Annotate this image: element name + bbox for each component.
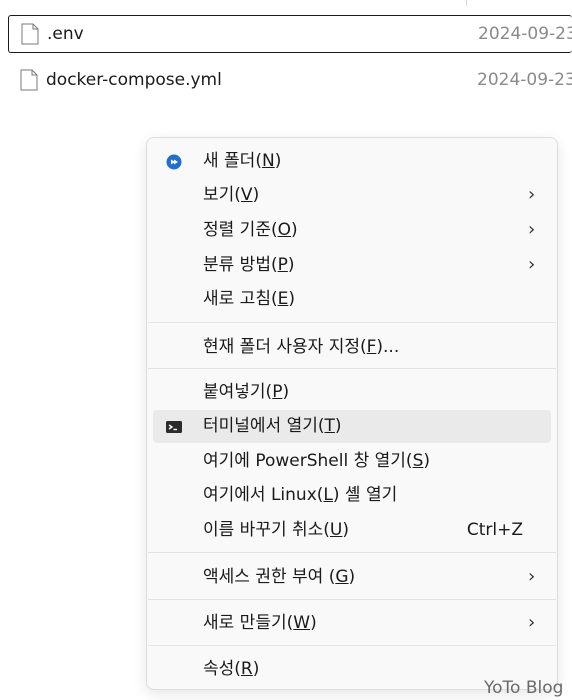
menu-item-label: 여기에 PowerShell 창 열기(S) (203, 451, 430, 471)
menu-item-label: 새로 만들기(W) (203, 613, 317, 633)
chevron-right-icon: › (528, 219, 536, 240)
file-date: 2024-09-23 (477, 70, 572, 90)
menu-item-label: 터미널에서 열기(T) (203, 416, 342, 436)
menu-separator (148, 645, 556, 646)
column-divider (466, 0, 467, 6)
menu-item-give-access[interactable]: 액세스 권한 부여 (G) › (153, 561, 551, 594)
chevron-right-icon: › (528, 254, 536, 275)
menu-item-label: 분류 방법(P) (203, 255, 295, 275)
menu-item-label: 정렬 기준(O) (203, 220, 298, 240)
menu-item-paste[interactable]: 붙여넣기(P) (153, 376, 551, 409)
menu-item-group-by[interactable]: 분류 방법(P) › (153, 249, 551, 282)
menu-separator (148, 552, 556, 553)
menu-separator (148, 368, 556, 369)
menu-item-label: 이름 바꾸기 취소(U) (203, 520, 350, 540)
menu-item-open-powershell[interactable]: 여기에 PowerShell 창 열기(S) (153, 445, 551, 478)
context-menu: 새 폴더(N) 보기(V) › 정렬 기준(O) › 분류 방법(P) › 새로… (146, 137, 558, 690)
chevron-right-icon: › (528, 566, 536, 587)
menu-item-sort-by[interactable]: 정렬 기준(O) › (153, 214, 551, 247)
file-date: 2024-09-23 (478, 24, 572, 44)
menu-item-customize-folder[interactable]: 현재 폴더 사용자 지정(F)... (153, 331, 551, 364)
new-folder-icon (166, 154, 182, 170)
menu-item-new[interactable]: 새로 만들기(W) › (153, 607, 551, 640)
file-name: docker-compose.yml (46, 70, 222, 90)
menu-item-label: 여기에서 Linux(L) 셸 열기 (203, 485, 398, 505)
chevron-right-icon: › (528, 612, 536, 633)
menu-item-open-terminal[interactable]: 터미널에서 열기(T) (153, 410, 551, 443)
file-icon (20, 69, 38, 91)
menu-item-label: 새 폴더(N) (203, 151, 282, 171)
watermark: YoTo Blog (484, 678, 564, 698)
menu-separator (148, 599, 556, 600)
file-row-env[interactable]: .env 2024-09-23 (8, 15, 572, 53)
file-name: .env (47, 24, 84, 44)
menu-item-label: 현재 폴더 사용자 지정(F)... (203, 337, 400, 357)
menu-item-new-folder[interactable]: 새 폴더(N) (153, 145, 551, 178)
menu-item-label: 속성(R) (203, 659, 260, 679)
menu-item-label: 액세스 권한 부여 (G) (203, 567, 356, 587)
shortcut-hint: Ctrl+Z (466, 520, 523, 540)
menu-item-label: 새로 고침(E) (203, 289, 295, 309)
terminal-icon (166, 421, 182, 433)
menu-item-label: 보기(V) (203, 185, 260, 205)
menu-item-open-linux-shell[interactable]: 여기에서 Linux(L) 셸 열기 (153, 479, 551, 512)
menu-item-view[interactable]: 보기(V) › (153, 179, 551, 212)
menu-item-refresh[interactable]: 새로 고침(E) (153, 283, 551, 316)
chevron-right-icon: › (528, 184, 536, 205)
menu-separator (148, 322, 556, 323)
menu-item-undo-rename[interactable]: 이름 바꾸기 취소(U) Ctrl+Z (153, 514, 551, 547)
file-row-docker-compose[interactable]: docker-compose.yml 2024-09-23 (8, 62, 572, 100)
file-icon (21, 23, 39, 45)
menu-item-label: 붙여넣기(P) (203, 382, 290, 402)
